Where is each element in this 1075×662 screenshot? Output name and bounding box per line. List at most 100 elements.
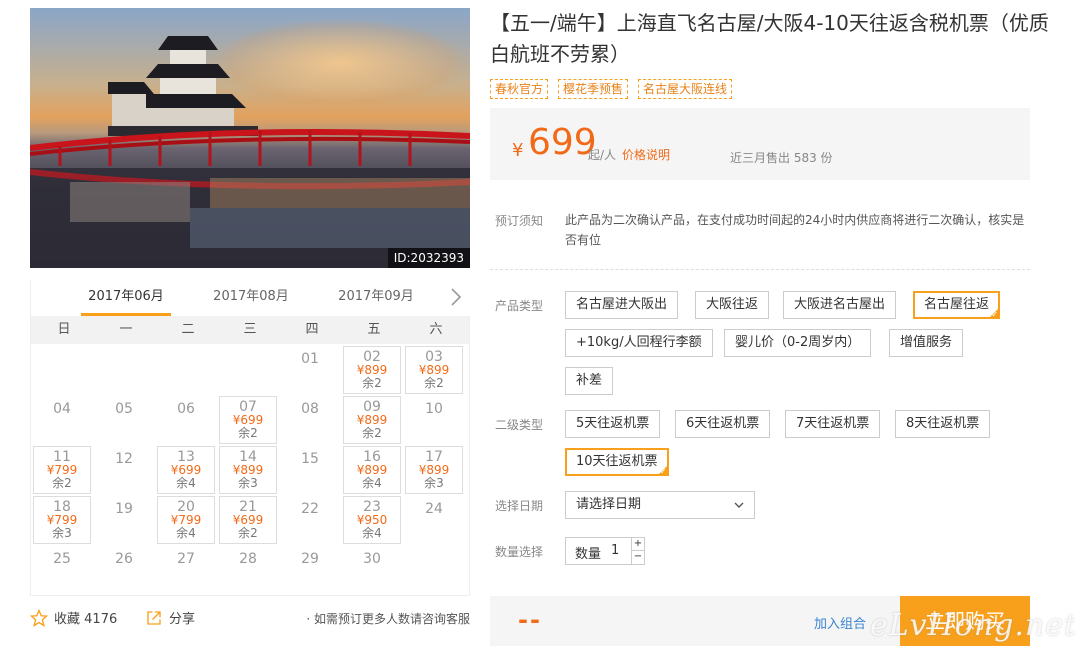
price-unit: 起/人 — [588, 148, 617, 162]
favorite-button[interactable]: 收藏 4176 — [30, 608, 117, 627]
price-explain-link[interactable]: 价格说明 — [622, 146, 670, 163]
calendar-day-14[interactable]: 14 ¥899 余3 — [219, 446, 277, 494]
day-number: 11 — [53, 449, 71, 465]
subtype-option-6-days[interactable]: 6天往返机票 — [675, 410, 771, 438]
day-remaining: 余2 — [362, 376, 382, 390]
calendar-day-01: 01 — [281, 346, 339, 394]
calendar-day-03[interactable]: 03 ¥899 余2 — [405, 346, 463, 394]
month-tab-june[interactable]: 2017年06月 — [81, 280, 171, 316]
calendar-day-30: 30 — [343, 546, 401, 594]
purchase-bar: -- 加入组合 立即购买 — [490, 596, 1030, 646]
share-button[interactable]: 分享 — [145, 608, 195, 627]
day-number: 25 — [53, 551, 71, 567]
price-calendar: 2017年06月 2017年08月 2017年09月 日 一 二 三 四 五 六… — [30, 280, 471, 596]
calendar-day-04: 04 — [33, 396, 91, 444]
subtype-option-7-days[interactable]: 7天往返机票 — [785, 410, 881, 438]
date-label: 选择日期 — [495, 499, 544, 513]
day-number: 08 — [301, 401, 319, 417]
month-tab-august[interactable]: 2017年08月 — [206, 280, 296, 316]
tag-official: 春秋官方 — [490, 79, 549, 99]
calendar-day-17[interactable]: 17 ¥899 余3 — [405, 446, 463, 494]
day-remaining: 余4 — [362, 476, 382, 490]
calendar-day-23[interactable]: 23 ¥950 余4 — [343, 496, 401, 544]
subtype-option-5-days[interactable]: 5天往返机票 — [565, 410, 661, 438]
calendar-day-27: 27 — [157, 546, 215, 594]
type-option-infant[interactable]: 婴儿价（0-2周岁内） — [724, 329, 872, 357]
favorite-label: 收藏 4176 — [54, 612, 118, 627]
product-photo: ID:2032393 — [30, 8, 470, 268]
product-actions: 收藏 4176 分享 · 如需预订更多人数请咨询客服 — [30, 600, 470, 632]
divider — [490, 269, 1030, 270]
day-number: 30 — [363, 551, 381, 567]
quantity-increase-button[interactable]: + — [631, 538, 644, 551]
weekday-thu: 四 — [305, 322, 319, 337]
calendar-day-07[interactable]: 07 ¥699 余2 — [219, 396, 277, 444]
add-to-combo-link[interactable]: 加入组合 — [814, 613, 866, 632]
calendar-day-12: 12 — [95, 446, 153, 494]
tag-route: 名古屋大阪连线 — [638, 79, 733, 99]
type-option-nagoya-in-osaka-out[interactable]: 名古屋进大阪出 — [565, 291, 679, 319]
calendar-day-10: 10 — [405, 396, 463, 444]
quantity-stepper: 数量 1 + − — [565, 537, 645, 565]
subtype-option-8-days[interactable]: 8天往返机票 — [895, 410, 991, 438]
weekday-wed: 三 — [243, 322, 257, 337]
calendar-day-15: 15 — [281, 446, 339, 494]
quantity-decrease-button[interactable]: − — [631, 551, 644, 564]
quantity-row-label: 数量选择 — [495, 545, 544, 559]
calendar-day-08: 08 — [281, 396, 339, 444]
day-remaining: 余2 — [424, 376, 444, 390]
price-box: ¥ 699 起/人 价格说明 近三月售出 583 份 — [490, 108, 1030, 180]
type-option-price-difference[interactable]: 补差 — [565, 367, 614, 395]
type-option-value-added[interactable]: 增值服务 — [889, 329, 964, 357]
day-remaining: 余3 — [424, 476, 444, 490]
share-label: 分享 — [169, 612, 196, 627]
subtype-label: 二级类型 — [495, 418, 544, 432]
calendar-day-20[interactable]: 20 ¥799 余4 — [157, 496, 215, 544]
calendar-day-21[interactable]: 21 ¥699 余2 — [219, 496, 277, 544]
day-remaining: 余4 — [176, 476, 196, 490]
weekday-header: 日 一 二 三 四 五 六 — [31, 316, 469, 344]
calendar-day-05: 05 — [95, 396, 153, 444]
calendar-day-24: 24 — [405, 496, 463, 544]
date-select[interactable]: 请选择日期 — [565, 491, 755, 519]
buy-now-button[interactable]: 立即购买 — [900, 596, 1030, 646]
day-number: 22 — [301, 501, 319, 517]
calendar-day-18[interactable]: 18 ¥799 余3 — [33, 496, 91, 544]
calendar-day-09[interactable]: 09 ¥899 余2 — [343, 396, 401, 444]
date-select-value: 请选择日期 — [576, 497, 642, 512]
type-option-osaka-in-nagoya-out[interactable]: 大阪进名古屋出 — [783, 291, 897, 319]
product-type-label: 产品类型 — [495, 299, 544, 313]
day-number: 13 — [177, 449, 195, 465]
star-icon — [30, 608, 48, 627]
day-number: 16 — [363, 449, 381, 465]
calendar-day-13[interactable]: 13 ¥699 余4 — [157, 446, 215, 494]
day-number: 27 — [177, 551, 195, 567]
chevron-down-icon — [734, 502, 744, 508]
calendar-day-22: 22 — [281, 496, 339, 544]
type-option-nagoya-return[interactable]: 名古屋往返 — [913, 291, 1001, 320]
calendar-day-11[interactable]: 11 ¥799 余2 — [33, 446, 91, 494]
subtype-option-10-days[interactable]: 10天往返机票 — [565, 448, 669, 477]
calendar-day-29: 29 — [281, 546, 339, 594]
day-number: 24 — [425, 501, 443, 517]
quantity-value[interactable]: 1 — [611, 543, 619, 558]
day-number: 18 — [53, 499, 71, 515]
day-number: 28 — [239, 551, 257, 567]
calendar-day-02[interactable]: 02 ¥899 余2 — [343, 346, 401, 394]
notice-label: 预订须知 — [495, 214, 544, 228]
day-number: 19 — [115, 501, 133, 517]
day-number: 01 — [301, 351, 319, 367]
chevron-right-icon[interactable] — [447, 286, 465, 308]
type-option-extra-baggage[interactable]: +10kg/人回程行李额 — [565, 329, 713, 357]
day-number: 07 — [239, 399, 257, 415]
calendar-day-16[interactable]: 16 ¥899 余4 — [343, 446, 401, 494]
day-number: 06 — [177, 401, 195, 417]
price-amount: 699 — [528, 122, 597, 163]
month-tabs: 2017年06月 2017年08月 2017年09月 — [31, 280, 471, 316]
weekday-fri: 五 — [367, 322, 381, 337]
type-option-osaka-return[interactable]: 大阪往返 — [695, 291, 770, 319]
weekday-mon: 一 — [119, 322, 133, 337]
day-remaining: 余2 — [362, 426, 382, 440]
month-tab-september[interactable]: 2017年09月 — [331, 280, 421, 316]
day-remaining: 余3 — [52, 526, 72, 540]
